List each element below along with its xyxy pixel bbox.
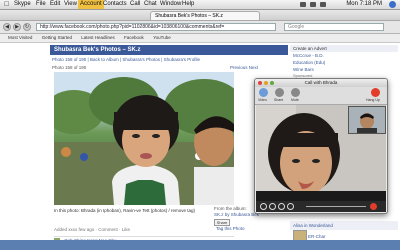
minimize-window-icon[interactable]: [264, 81, 268, 85]
bookmark-item[interactable]: Latest Headlines: [81, 35, 115, 40]
mute-label: Mute: [291, 98, 299, 102]
bookmark-item[interactable]: Most Visited: [8, 35, 32, 40]
spotlight-icon[interactable]: [389, 1, 396, 8]
menu-help[interactable]: Help: [182, 0, 194, 9]
menubar-clock[interactable]: Mon 7:18 PM: [346, 0, 382, 9]
self-video-image: [349, 107, 385, 133]
camera-icon[interactable]: [278, 203, 285, 210]
hang-up-icon[interactable]: [371, 88, 380, 97]
reload-icon[interactable]: ↻: [23, 23, 31, 31]
back-icon[interactable]: ◀: [3, 23, 11, 31]
wifi-icon[interactable]: [300, 2, 306, 7]
mute-icon[interactable]: [291, 88, 300, 97]
photo-caption: In this photo: Bhrada (in Iphoban), Ravi…: [54, 208, 195, 213]
forward-icon[interactable]: ▶: [13, 23, 21, 31]
from-album-label: From the album:: [214, 206, 247, 211]
close-window-icon[interactable]: [258, 81, 262, 85]
share-label: Share: [274, 98, 284, 102]
navigation-toolbar: ◀ ▶ ↻ http://www.facebook.com/photo.php?…: [0, 21, 400, 34]
search-input[interactable]: Google: [284, 23, 384, 31]
hangup-label: Hang Up: [366, 98, 380, 102]
skype-call-window: Call with Bhrada Video Share Mute Hang U…: [254, 78, 388, 214]
chat-icon[interactable]: [287, 203, 294, 210]
photo-counter: Photo 158 of 190: [52, 65, 87, 70]
page-title: Shubasra Bek's Photos – SK.z: [50, 45, 288, 55]
menu-account[interactable]: Account: [78, 0, 104, 9]
menu-edit[interactable]: Edit: [50, 0, 60, 9]
menu-bar:  Skype File Edit View Account Contacts …: [0, 0, 400, 10]
pause-icon[interactable]: [260, 203, 267, 210]
photo-image: [54, 72, 234, 205]
profile-name[interactable]: ER-Char: [308, 234, 326, 239]
sidebar-item[interactable]: McCcrue - B.D.: [290, 52, 398, 59]
tab-strip: Shubasra Bek's Photos – SK.z: [0, 10, 400, 21]
end-call-icon[interactable]: [370, 203, 377, 210]
sidebar-item[interactable]: Education (Edu): [290, 59, 398, 66]
menu-skype[interactable]: Skype: [14, 0, 31, 9]
menu-view[interactable]: View: [64, 0, 77, 9]
volume-icon[interactable]: [310, 2, 316, 7]
mic-icon[interactable]: [269, 203, 276, 210]
album-link[interactable]: SK.z by Shubasra Bek: [214, 212, 259, 217]
bookmark-item[interactable]: Facebook: [124, 35, 144, 40]
video-label: Video: [258, 98, 267, 102]
apple-menu-icon[interactable]: : [4, 0, 9, 9]
remote-video[interactable]: [256, 105, 386, 201]
bookmark-item[interactable]: Getting Started: [42, 35, 72, 40]
browser-tab[interactable]: Shubasra Bek's Photos – SK.z: [150, 11, 260, 20]
menu-contacts[interactable]: Contacts: [103, 0, 127, 9]
volume-slider[interactable]: [306, 206, 366, 207]
prev-next-links[interactable]: Previous Next: [230, 65, 258, 70]
bookmark-item[interactable]: YouTube: [153, 35, 171, 40]
breadcrumb[interactable]: Photo 158 of 190 | Back to Album | Shuba…: [52, 57, 200, 62]
address-bar[interactable]: http://www.facebook.com/photo.php?pid=11…: [36, 23, 276, 31]
bookmarks-bar: Most Visited Getting Started Latest Head…: [0, 34, 400, 43]
menu-file[interactable]: File: [36, 0, 46, 9]
share-screen-icon[interactable]: [275, 88, 284, 97]
sidebar-header[interactable]: Create an Advert: [290, 45, 398, 52]
battery-icon[interactable]: [320, 2, 326, 7]
menu-chat[interactable]: Chat: [144, 0, 157, 9]
menu-window[interactable]: Window: [160, 0, 181, 9]
profile-card-label[interactable]: Alisa in Wonderland: [290, 221, 398, 230]
call-toolbar: Video Share Mute Hang Up: [255, 87, 387, 105]
share-button[interactable]: Share: [214, 219, 230, 226]
call-window-title[interactable]: Call with Bhrada: [255, 79, 387, 87]
sidebar-item[interactable]: Wine Bars: [290, 66, 398, 73]
zoom-window-icon[interactable]: [270, 81, 274, 85]
self-video-preview[interactable]: [348, 106, 386, 134]
from-album: From the album: SK.z by Shubasra Bek: [214, 206, 259, 217]
main-photo[interactable]: [54, 72, 234, 205]
photo-nav: Photo 158 of 190 Previous Next: [52, 65, 258, 70]
call-controls: [256, 201, 386, 212]
comment-meta[interactable]: Added xxxx few ago · Comment · Like: [54, 227, 130, 232]
menu-call[interactable]: Call: [130, 0, 140, 9]
video-icon[interactable]: [259, 88, 268, 97]
tag-photo-link[interactable]: Tag this Photo: [216, 226, 245, 232]
desktop-bottom: [0, 240, 400, 250]
